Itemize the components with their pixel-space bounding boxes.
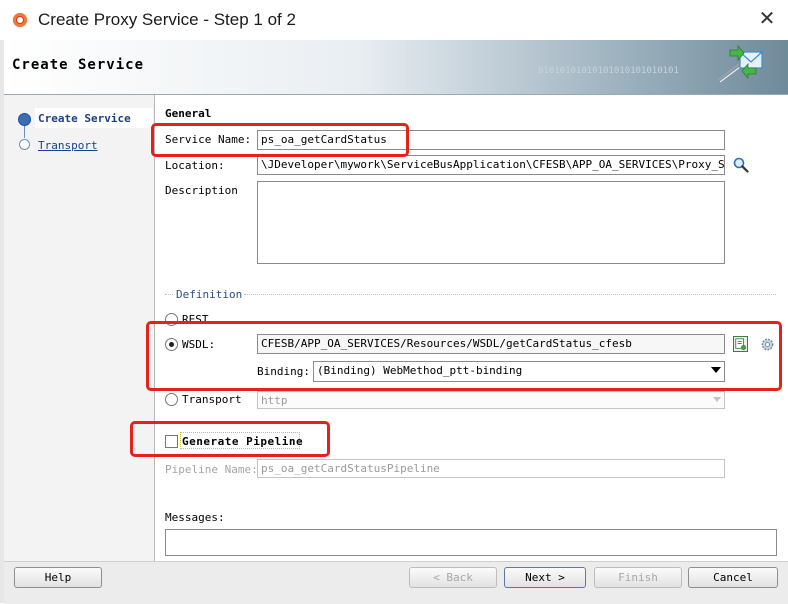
annotation-box-wsdl: [146, 321, 782, 391]
transport-radio[interactable]: [165, 393, 178, 406]
description-textarea[interactable]: [257, 181, 725, 264]
help-button[interactable]: Help: [14, 567, 102, 588]
step-create-service[interactable]: Create Service: [38, 112, 131, 125]
definition-title: Definition: [176, 288, 243, 301]
app-icon: [13, 13, 27, 27]
steps-panel: [4, 95, 155, 561]
pipeline-name-label: Pipeline Name:: [165, 463, 258, 476]
transport-value: http: [261, 394, 288, 407]
step-transport[interactable]: Transport: [38, 139, 98, 152]
definition-divider: [244, 294, 776, 295]
next-button[interactable]: Next >: [504, 567, 586, 588]
chevron-down-icon: [713, 397, 721, 402]
finish-button[interactable]: Finish: [594, 567, 682, 588]
messages-label: Messages:: [165, 511, 225, 524]
step-2-node-icon: [19, 139, 30, 150]
definition-divider: [165, 294, 173, 295]
banner-binary-text: 01010101010101010101010101: [538, 66, 679, 76]
annotation-box-service-name: [151, 123, 409, 157]
description-label: Description: [165, 184, 238, 197]
window-title: Create Proxy Service - Step 1 of 2: [38, 10, 296, 29]
banner-title: Create Service: [12, 57, 145, 73]
search-icon[interactable]: [733, 157, 749, 173]
step-connector: [24, 126, 25, 138]
annotation-box-pipeline: [130, 421, 330, 457]
location-input[interactable]: \JDeveloper\mywork\ServiceBusApplication…: [257, 155, 725, 175]
transport-label: Transport: [182, 393, 242, 406]
location-label: Location:: [165, 159, 225, 172]
general-heading: General: [165, 107, 212, 120]
transport-select: http: [257, 391, 725, 409]
cancel-button[interactable]: Cancel: [688, 567, 778, 588]
step-1-node-icon: [18, 113, 31, 126]
wsdl-envelope-icon: [717, 44, 763, 83]
messages-box: [165, 529, 777, 556]
close-icon[interactable]: ✕: [758, 9, 776, 29]
back-button[interactable]: < Back: [409, 567, 497, 588]
pipeline-name-input: ps_oa_getCardStatusPipeline: [257, 459, 725, 478]
